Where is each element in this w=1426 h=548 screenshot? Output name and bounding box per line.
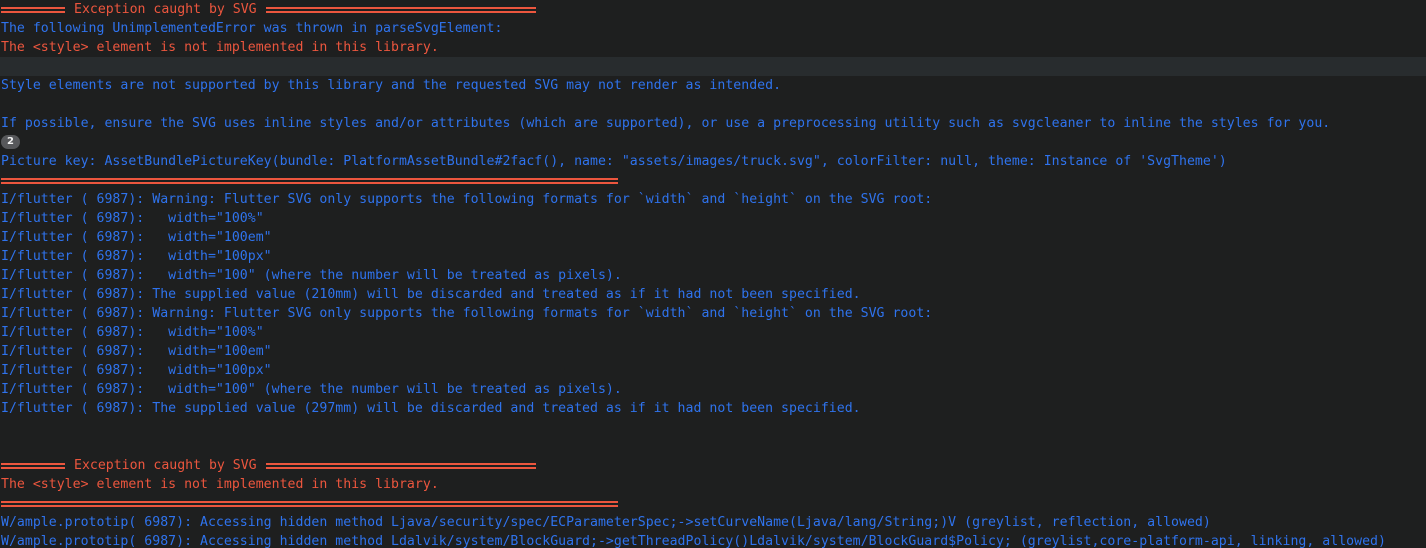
header-rule-left (1, 0, 65, 19)
header-rule-left (1, 456, 65, 475)
log-line: I/flutter ( 6987): Warning: Flutter SVG … (1, 192, 933, 207)
log-line: Picture key: AssetBundlePictureKey(bundl… (1, 154, 1227, 169)
log-line: The <style> element is not implemented i… (1, 40, 439, 55)
log-line: I/flutter ( 6987): width="100" (where th… (1, 268, 622, 283)
exception-header: Exception caught by SVG (0, 456, 1426, 475)
exception-header-title: Exception caught by SVG (74, 458, 257, 473)
log-line: I/flutter ( 6987): The supplied value (2… (1, 287, 861, 302)
section-divider-rule (0, 494, 1426, 513)
divider-rule (1, 171, 618, 190)
log-line: W/ample.prototip( 6987): Accessing hidde… (1, 534, 1386, 548)
repeat-count-badge[interactable]: 2 (1, 135, 20, 149)
log-line: I/flutter ( 6987): width="100px" (1, 363, 272, 378)
log-line: The following UnimplementedError was thr… (1, 21, 503, 36)
header-rule-right (265, 456, 536, 475)
log-line: I/flutter ( 6987): width="100em" (1, 230, 272, 245)
log-line: I/flutter ( 6987): width="100" (where th… (1, 382, 622, 397)
log-line: I/flutter ( 6987): The supplied value (2… (1, 401, 861, 416)
log-line: The <style> element is not implemented i… (1, 477, 439, 492)
log-line: I/flutter ( 6987): width="100px" (1, 249, 272, 264)
divider-rule (1, 494, 618, 513)
log-line: Style elements are not supported by this… (1, 78, 782, 93)
log-line: I/flutter ( 6987): width="100em" (1, 344, 272, 359)
log-line: W/ample.prototip( 6987): Accessing hidde… (1, 515, 1211, 530)
log-line: I/flutter ( 6987): Warning: Flutter SVG … (1, 306, 933, 321)
log-line: I/flutter ( 6987): width="100%" (1, 325, 264, 340)
exception-header-title: Exception caught by SVG (74, 2, 257, 17)
log-line: I/flutter ( 6987): width="100%" (1, 211, 264, 226)
highlighted-blank-line (0, 57, 1426, 76)
log-line: If possible, ensure the SVG uses inline … (1, 116, 1331, 131)
debug-console-output[interactable]: Exception caught by SVG The following Uni… (0, 0, 1426, 548)
repeat-count-row: 2 (0, 133, 1426, 152)
header-rule-right (265, 0, 536, 19)
exception-header: Exception caught by SVG (0, 0, 1426, 19)
section-divider-rule (0, 171, 1426, 190)
